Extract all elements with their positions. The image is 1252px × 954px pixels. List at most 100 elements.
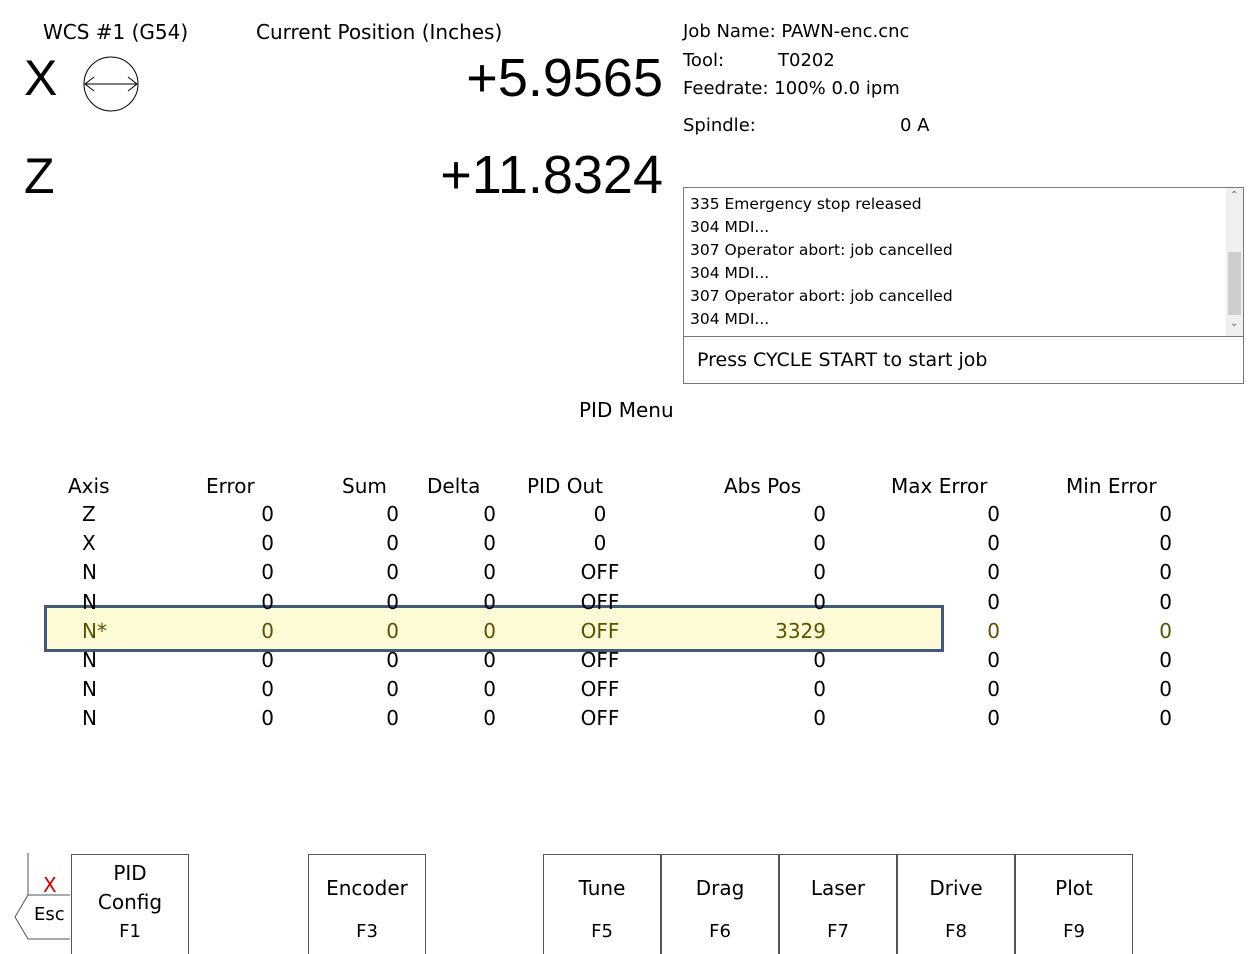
column-header: Max Error [891,474,988,498]
table-cell: 0 [1159,560,1172,585]
table-cell: 0 [386,677,399,702]
axis-cell: N [82,706,97,731]
table-cell: 0 [1159,648,1172,672]
table-cell: 0 [386,560,399,585]
table-cell: 0 [386,502,399,526]
log-line: 307 Operator abort: job cancelled [690,287,953,305]
axis-x-position: +5.9565 [466,48,663,108]
fkey-encoder[interactable]: Encoder F3 [308,854,426,954]
table-cell: 0 [1159,677,1172,702]
fkey-number: F9 [1063,921,1085,942]
column-header: Axis [68,474,110,498]
axis-cell: N [82,560,97,585]
table-cell: 0 [987,706,1000,731]
table-cell: 0 [483,531,496,556]
fkey-tune[interactable]: Tune F5 [543,854,661,954]
table-cell: 0 [261,531,274,556]
fkey-drag[interactable]: Drag F6 [661,854,779,954]
log-line: 304 MDI... [690,310,770,328]
table-cell: 0 [1159,618,1172,643]
fkey-number: F8 [945,921,967,942]
tool-label: Tool: [683,50,725,71]
diameter-mode-icon [83,56,139,112]
table-cell: 0 [987,560,1000,585]
table-cell: 0 [483,677,496,702]
table-cell: 0 [261,706,274,731]
feedrate: Feedrate: 100% 0.0 ipm [683,78,900,99]
fkey-drive[interactable]: Drive F8 [897,854,1015,954]
column-header: Error [206,474,255,498]
table-cell: 0 [813,531,826,556]
table-cell: 0 [1159,531,1172,556]
fkey-number: F5 [591,921,613,942]
axis-z-letter: Z [24,148,55,204]
status-prompt: Press CYCLE START to start job [697,349,988,371]
message-panel: 335 Emergency stop released 304 MDI... 3… [683,187,1244,384]
table-cell: 0 [1159,706,1172,731]
table-cell: 0 [813,502,826,526]
scroll-thumb[interactable] [1228,252,1241,315]
fkey-label: Tune [578,876,626,900]
fkey-number: F6 [709,921,731,942]
table-cell: 0 [593,531,607,556]
fkey-pid-config[interactable]: PID Config F1 [71,854,189,954]
table-cell: 0 [261,677,274,702]
spindle-value: 0 A [900,115,930,136]
message-log: 335 Emergency stop released 304 MDI... 3… [690,193,1220,331]
table-cell: OFF [580,677,620,702]
fkey-label: Plot [1055,876,1093,900]
fkey-label: Drag [695,876,745,900]
table-cell: 0 [813,677,826,702]
log-scrollbar[interactable]: ⌃ ⌄ [1226,188,1243,336]
fkey-number: F3 [356,921,378,942]
column-header: Delta [427,474,481,498]
log-line: 304 MDI... [690,264,770,282]
scroll-down-icon[interactable]: ⌄ [1230,318,1238,329]
fkey-label: Encoder [326,876,408,900]
pid-table: Axis Error Sum Delta PID Out Abs Pos Max Error… [0,0,1252,939]
esc-label: Esc [34,904,65,925]
fkey-number: F1 [119,921,141,942]
selected-row-highlight [44,605,944,652]
column-header: PID Out [527,474,603,498]
table-cell: OFF [580,706,620,731]
fkey-label: Config [97,890,163,914]
fkey-label: Drive [929,876,983,900]
fkey-label: Laser [810,876,866,900]
menu-title: PID Menu [579,398,674,422]
table-cell: 0 [261,502,274,526]
esc-key[interactable] [12,853,72,943]
table-cell: 0 [987,677,1000,702]
table-cell: 0 [386,706,399,731]
fkey-label: PID [113,861,147,885]
table-cell: 0 [987,502,1000,526]
table-cell: 0 [483,502,496,526]
divider [684,336,1243,337]
tool-value: T0202 [778,50,835,71]
job-name: Job Name: PAWN-enc.cnc [683,21,910,42]
table-cell: 0 [386,531,399,556]
log-line: 307 Operator abort: job cancelled [690,241,953,259]
axis-cell: N [82,677,97,702]
fkey-plot[interactable]: Plot F9 [1015,854,1133,954]
fkey-laser[interactable]: Laser F7 [779,854,897,954]
spindle-label: Spindle: [683,115,756,136]
table-cell: 0 [483,706,496,731]
esc-x-icon: X [43,873,57,897]
table-cell: 0 [1159,502,1172,526]
column-header: Min Error [1066,474,1157,498]
table-cell: 0 [813,560,826,585]
axis-cell: Z [82,502,96,526]
table-cell: 0 [483,560,496,585]
table-cell: 0 [261,560,274,585]
table-cell: OFF [580,560,620,585]
axis-z-position: +11.8324 [440,145,663,205]
fkey-number: F7 [827,921,849,942]
axis-x-letter: X [24,50,58,106]
table-cell: 0 [1159,589,1172,614]
scroll-up-icon[interactable]: ⌃ [1230,190,1238,201]
table-cell: 0 [593,502,607,526]
column-header: Sum [342,474,387,498]
log-line: 335 Emergency stop released [690,195,922,213]
table-cell: 0 [813,706,826,731]
